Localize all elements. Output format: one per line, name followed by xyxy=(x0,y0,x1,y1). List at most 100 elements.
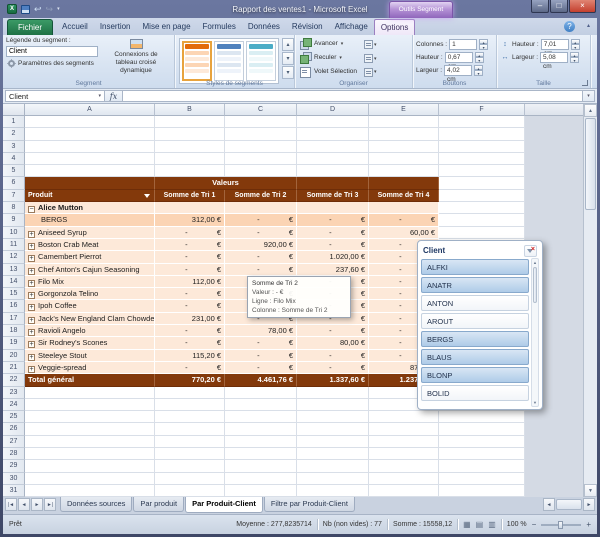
pivot-value-cell[interactable]: 920,00 € xyxy=(225,239,297,251)
row-header-12[interactable]: 12 xyxy=(3,251,25,263)
cell-D6[interactable] xyxy=(297,177,369,189)
cell-A4[interactable] xyxy=(25,153,155,165)
cell-E1[interactable] xyxy=(369,116,439,128)
slicer-client[interactable]: Client × ALFKIANATRANTONAROUTBERGSBLAUSB… xyxy=(417,240,543,410)
pivot-value-cell[interactable]: 1.337,60 € xyxy=(297,374,369,386)
row-header-18[interactable]: 18 xyxy=(3,325,25,337)
select-all-corner[interactable] xyxy=(3,104,25,116)
maximize-button[interactable]: □ xyxy=(550,0,568,13)
sheet-tab-2[interactable]: Par Produit-Client xyxy=(185,497,263,513)
cell-E5[interactable] xyxy=(369,165,439,177)
gallery-more-icon[interactable]: ▾ xyxy=(282,66,294,79)
excel-app-icon[interactable]: X xyxy=(7,4,17,14)
close-button[interactable]: × xyxy=(569,0,596,13)
pivot-value-cell[interactable] xyxy=(369,202,439,214)
expand-plus-icon[interactable]: + xyxy=(28,329,35,336)
buttons-value-0[interactable]: 1 xyxy=(449,39,477,50)
tab-données[interactable]: Données xyxy=(242,19,286,35)
slicer-caption-input[interactable]: Client xyxy=(6,46,98,57)
cell-A24[interactable] xyxy=(25,399,155,411)
pivot-value-cell[interactable] xyxy=(225,202,297,214)
pivot-row-label[interactable]: −Alice Mutton xyxy=(25,202,155,214)
row-header-21[interactable]: 21 xyxy=(3,362,25,374)
cell-E29[interactable] xyxy=(369,460,439,472)
row-header-11[interactable]: 11 xyxy=(3,239,25,251)
pivot-value-cell[interactable]: - € xyxy=(225,214,297,226)
row-header-15[interactable]: 15 xyxy=(3,288,25,300)
cell-A3[interactable] xyxy=(25,141,155,153)
pivot-row-label[interactable]: +Gorgonzola Telino xyxy=(25,288,155,300)
pivot-row-label[interactable]: +Ravioli Angelo xyxy=(25,325,155,337)
pivot-row-label[interactable]: +Ipoh Coffee xyxy=(25,300,155,312)
cell-C2[interactable] xyxy=(225,128,297,140)
slicer-settings-button[interactable]: Paramètres des segments xyxy=(6,59,104,68)
pivot-value-cell[interactable]: - € xyxy=(155,362,225,374)
pivot-column-header-4[interactable]: Somme de Tri 4 xyxy=(369,190,439,202)
cell-D4[interactable] xyxy=(297,153,369,165)
rotate-button[interactable]: ▾ xyxy=(364,66,377,78)
pivot-value-cell[interactable]: - € xyxy=(225,227,297,239)
expand-plus-icon[interactable]: + xyxy=(28,231,35,238)
cell-B1[interactable] xyxy=(155,116,225,128)
previous-sheet-icon[interactable]: ◄ xyxy=(18,498,30,511)
pivot-value-cell[interactable]: 112,00 € xyxy=(155,276,225,288)
slicer-style-option-1[interactable] xyxy=(182,41,212,81)
cell-E3[interactable] xyxy=(369,141,439,153)
pivot-value-cell[interactable]: - € xyxy=(297,227,369,239)
cell-F28[interactable] xyxy=(439,448,525,460)
arrange-button-1[interactable]: Reculer▾ xyxy=(300,52,357,64)
pivot-value-cell[interactable]: - € xyxy=(297,239,369,251)
ribbon-collapse-icon[interactable]: ▴ xyxy=(587,22,590,29)
row-header-24[interactable]: 24 xyxy=(3,399,25,411)
row-header-8[interactable]: 8 xyxy=(3,202,25,214)
tab-accueil[interactable]: Accueil xyxy=(56,19,94,35)
expand-plus-icon[interactable]: + xyxy=(28,366,35,373)
zoom-slider[interactable] xyxy=(541,524,581,526)
pivot-value-cell[interactable]: - € xyxy=(225,264,297,276)
pivot-value-cell[interactable]: - € xyxy=(297,350,369,362)
cell-F6[interactable] xyxy=(439,177,525,189)
column-header-D[interactable]: D xyxy=(297,104,369,116)
spinner[interactable]: ▴▾ xyxy=(479,39,488,50)
row-header-16[interactable]: 16 xyxy=(3,300,25,312)
spinner[interactable]: ▴▾ xyxy=(475,52,484,63)
slicer-item-bergs[interactable]: BERGS xyxy=(421,331,529,347)
chevron-down-icon[interactable]: ▾ xyxy=(341,41,344,47)
cell-F27[interactable] xyxy=(439,436,525,448)
cell-B27[interactable] xyxy=(155,436,225,448)
cell-E31[interactable] xyxy=(369,485,439,497)
cell-F2[interactable] xyxy=(439,128,525,140)
row-header-27[interactable]: 27 xyxy=(3,436,25,448)
cell-F8[interactable] xyxy=(439,202,525,214)
row-header-17[interactable]: 17 xyxy=(3,313,25,325)
cell-B5[interactable] xyxy=(155,165,225,177)
cell-F3[interactable] xyxy=(439,141,525,153)
cell-A28[interactable] xyxy=(25,448,155,460)
row-header-30[interactable]: 30 xyxy=(3,473,25,485)
row-header-20[interactable]: 20 xyxy=(3,350,25,362)
cell-C27[interactable] xyxy=(225,436,297,448)
expand-plus-icon[interactable]: + xyxy=(28,341,35,348)
cell-F5[interactable] xyxy=(439,165,525,177)
cell-C23[interactable] xyxy=(225,387,297,399)
cell-F4[interactable] xyxy=(439,153,525,165)
group-objects-button[interactable]: ▾ xyxy=(364,53,377,65)
arrange-button-0[interactable]: Avancer▾ xyxy=(300,38,357,50)
buttons-value-2[interactable]: 4,02 cm xyxy=(444,65,472,76)
pivot-row-label[interactable]: BERGS xyxy=(25,214,155,226)
cell-B25[interactable] xyxy=(155,411,225,423)
pivot-value-cell[interactable]: - € xyxy=(225,251,297,263)
cell-B26[interactable] xyxy=(155,423,225,435)
spin-down-icon[interactable]: ▾ xyxy=(474,70,483,76)
cell-E28[interactable] xyxy=(369,448,439,460)
cell-F1[interactable] xyxy=(439,116,525,128)
pivot-value-cell[interactable]: - € xyxy=(155,239,225,251)
column-header-F[interactable]: F xyxy=(439,104,525,116)
scroll-down-icon[interactable]: ▼ xyxy=(584,484,597,497)
normal-view-icon[interactable]: ▦ xyxy=(463,520,471,530)
slicer-clear-filter-icon[interactable]: × xyxy=(524,245,537,257)
tab-formules[interactable]: Formules xyxy=(197,19,242,35)
cell-C24[interactable] xyxy=(225,399,297,411)
row-header-22[interactable]: 22 xyxy=(3,374,25,386)
pivot-row-field-header[interactable]: Produit xyxy=(25,190,155,202)
